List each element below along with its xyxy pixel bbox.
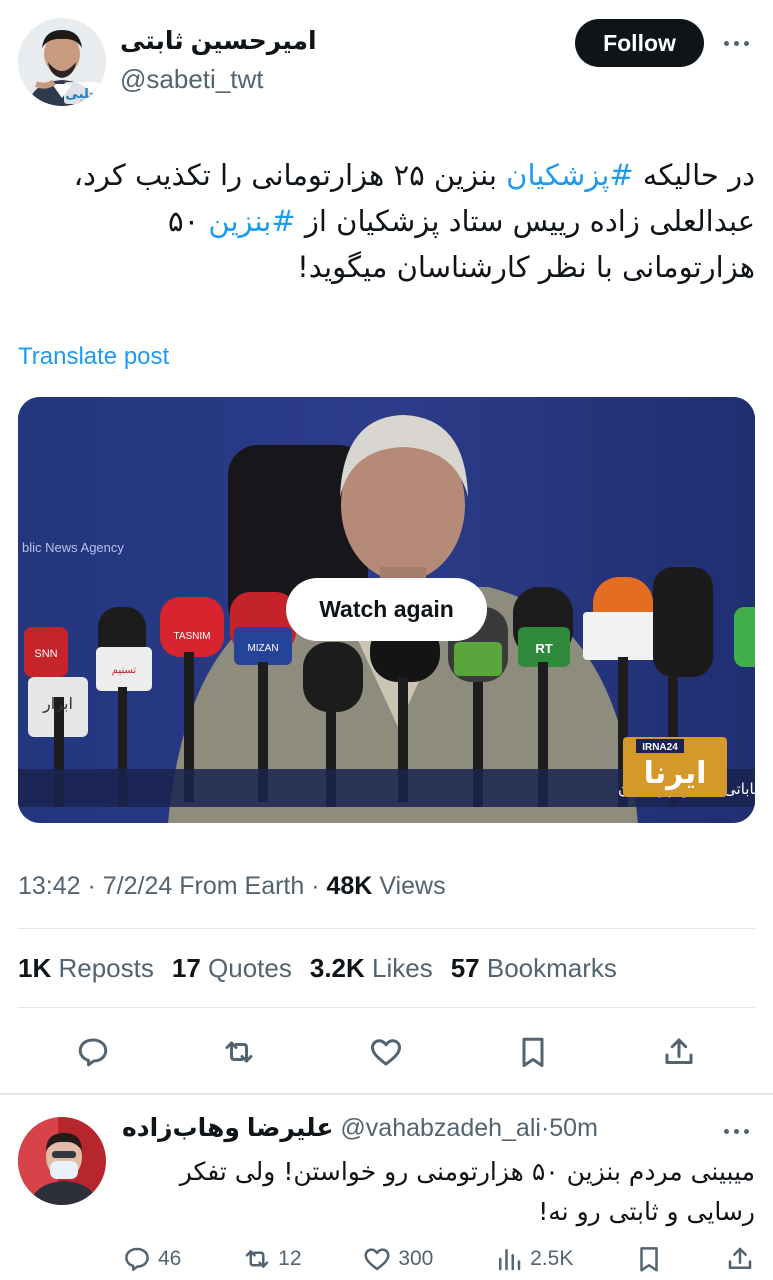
tweet-source: From Earth [179,872,305,900]
reply-replies-count: 46 [158,1247,182,1270]
share-icon [728,1247,752,1269]
reply-text-line-2: رسایی و ثابتی رو نه! [538,1197,755,1226]
repost-icon[interactable] [217,1030,261,1074]
reply-text-line-1: میبینی مردم بنزین ۵۰ هزارتومنی رو خواستن… [179,1157,755,1186]
views-icon [499,1249,521,1271]
reply-action-bar: 46 12 300 2.5K [122,1238,755,1280]
reply-header: علیرضا وهاب‌زاده @vahabzadeh_ali·50m [122,1113,598,1143]
reposts-label: Reposts [58,953,154,983]
reply-icon [125,1247,149,1271]
reply-reply-button[interactable]: 46 [122,1244,181,1274]
tweet-text-segment: عبدالعلی زاده رییس ستاد پزشکیان از [295,204,755,238]
tweet-stats: 1K Reposts 17 Quotes 3.2K Likes 57 Bookm… [18,953,617,984]
tweet-text: در حالیکه #پزشکیان بنزین ۲۵ هزارتومانی ر… [18,152,755,290]
author-name[interactable]: امیرحسین ثابتی [120,26,317,56]
hashtag-link[interactable]: #پزشکیان [506,158,634,192]
divider [18,928,755,929]
reply-views-count: 2.5K [530,1247,574,1270]
reply-share-button[interactable] [725,1244,755,1274]
mic-label: ابرار [42,694,73,714]
tweet-time[interactable]: 13:42 [18,872,81,900]
quotes-stat[interactable]: 17 Quotes [172,953,292,984]
mic-label: MIZAN [247,643,278,654]
views-label: Views [379,872,446,900]
likes-count: 3.2K [309,953,365,983]
reply-bookmark-button[interactable] [634,1244,664,1274]
hashtag-link[interactable]: #بنزین [208,204,295,238]
tweet-meta: 13:42 · 7/2/24 From Earth · 48K Views [18,872,446,901]
quotes-label: Quotes [208,953,292,983]
bookmarks-stat[interactable]: 57 Bookmarks [451,953,617,984]
share-icon[interactable] [657,1030,701,1074]
mic-label: TASNIM [173,631,210,642]
reply-like-button[interactable]: 300 [362,1244,433,1274]
reposts-count: 1K [18,953,52,983]
watch-again-button[interactable]: Watch again [286,578,487,641]
translate-post-link[interactable]: Translate post [18,343,169,371]
likes-label: Likes [372,953,433,983]
meta-separator: · [304,872,327,900]
reply-time[interactable]: 50m [549,1114,598,1142]
reply-author-name[interactable]: علیرضا وهاب‌زاده [122,1114,333,1142]
mic-label: RT [535,641,552,656]
likes-stat[interactable]: 3.2K Likes [310,953,433,984]
tweet-text-line-3: هزارتومانی با نظر کارشناسان میگوید! [297,250,755,284]
mic-label: SNN [34,648,57,660]
quotes-count: 17 [171,953,201,983]
reply-reposts-count: 12 [278,1247,302,1270]
divider [0,1093,773,1095]
tweet-text-line-1: در حالیکه #پزشکیان بنزین ۲۵ هزارتومانی ر… [18,152,755,198]
reply-repost-button[interactable]: 12 [242,1244,302,1274]
avatar-watermark: حلبی [65,87,98,102]
reply-avatar-image [18,1117,106,1205]
tweet-text-line-2: عبدالعلی زاده رییس ستاد پزشکیان از #بنزی… [18,198,755,244]
channel-badge: IRNA24 [642,742,678,753]
author-handle[interactable]: @sabeti_twt [120,64,263,95]
bookmark-icon [640,1247,658,1272]
bookmark-icon[interactable] [511,1030,555,1074]
reply-icon[interactable] [71,1030,115,1074]
author-avatar[interactable]: حلبی [18,18,106,106]
reply-likes-count: 300 [398,1247,434,1270]
reply-views-button[interactable]: 2.5K [494,1244,573,1274]
follow-button[interactable]: Follow [575,19,704,67]
repost-icon [245,1250,269,1268]
bookmarks-count: 57 [450,953,480,983]
bookmarks-label: Bookmarks [486,953,617,983]
banner-text: blic News Agency [22,540,124,555]
like-icon [364,1248,390,1271]
reply-avatar[interactable] [18,1117,106,1205]
meta-separator: · [80,872,103,900]
reposts-stat[interactable]: 1K Reposts [18,953,154,984]
divider [18,1007,755,1008]
author-avatar-image: حلبی [18,18,106,106]
tweet-date[interactable]: 7/2/24 [103,872,173,900]
views-count: 48K [326,872,373,900]
like-icon[interactable] [364,1030,408,1074]
channel-logo: ایرنا [644,756,707,791]
tweet-text-segment: در حالیکه [633,158,755,192]
more-icon[interactable] [714,1116,758,1146]
tweet-text-segment: ۵۰ [168,204,209,238]
tweet-text-segment: بنزین ۲۵ هزارتومانی را تکذیب کرد، [73,158,507,192]
reply-author-handle[interactable]: @vahabzadeh_ali [340,1114,541,1142]
reply-text: میبینی مردم بنزین ۵۰ هزارتومنی رو خواستن… [122,1152,755,1232]
more-icon[interactable] [714,28,758,58]
mic-label: تسنیم [112,665,137,676]
